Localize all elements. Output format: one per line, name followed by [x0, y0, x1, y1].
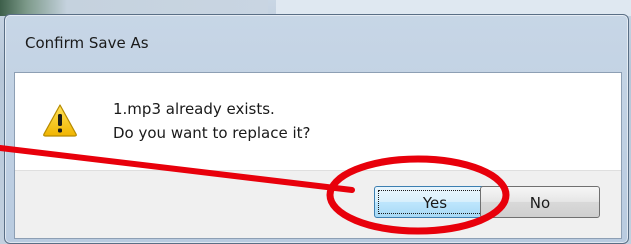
confirm-save-as-dialog: Confirm Save As 1.mp3 already exists. Do…	[4, 14, 629, 244]
focus-ring	[378, 190, 492, 214]
dialog-button-bar: Yes No	[15, 170, 621, 238]
no-button-label: No	[529, 194, 551, 212]
dialog-client-area: 1.mp3 already exists. Do you want to rep…	[14, 72, 622, 239]
message-line-2: Do you want to replace it?	[113, 124, 311, 142]
dialog-content: 1.mp3 already exists. Do you want to rep…	[15, 73, 621, 170]
warning-icon	[42, 103, 78, 137]
dialog-title: Confirm Save As	[25, 34, 149, 52]
dialog-titlebar[interactable]: Confirm Save As	[5, 15, 628, 71]
yes-button[interactable]: Yes	[374, 186, 496, 218]
dialog-message: 1.mp3 already exists. Do you want to rep…	[113, 97, 310, 145]
no-button[interactable]: No	[480, 186, 600, 218]
message-line-1: 1.mp3 already exists.	[113, 100, 275, 118]
